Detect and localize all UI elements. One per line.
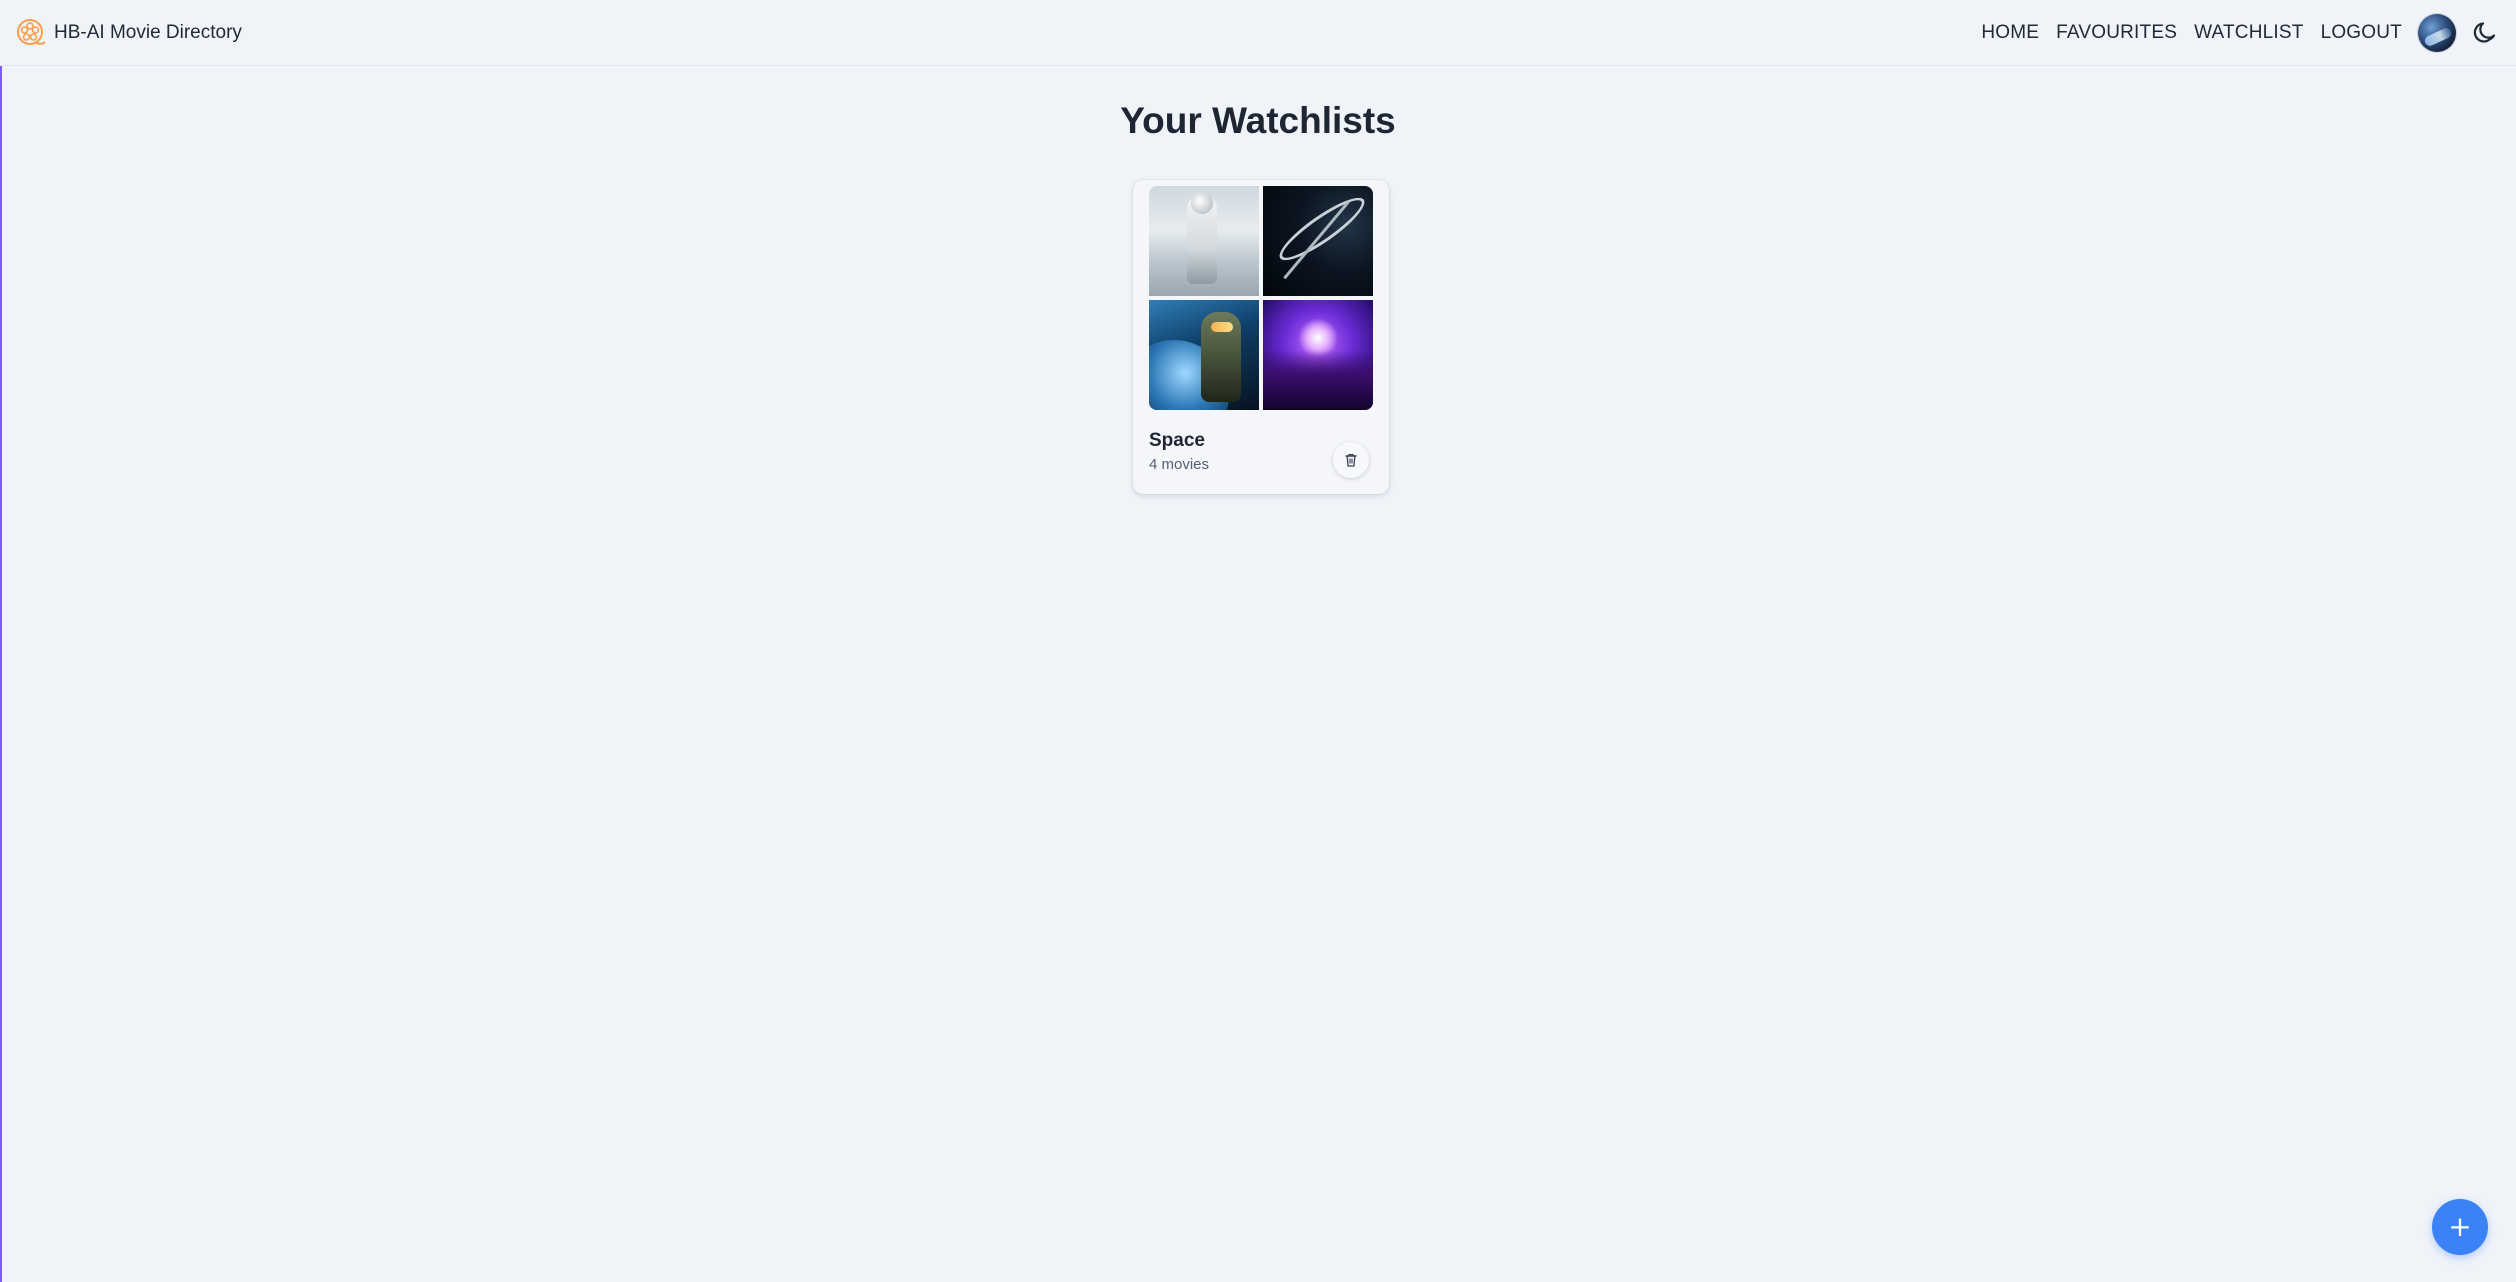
hero-crowd [1263, 350, 1373, 410]
watchlist-movie-count: 4 movies [1149, 456, 1210, 473]
delete-watchlist-button[interactable] [1333, 442, 1369, 478]
superhero-ensemble-poster [1263, 300, 1373, 410]
user-avatar[interactable] [2418, 14, 2456, 52]
astronaut-poster [1149, 186, 1259, 296]
brand[interactable]: HB-AI Movie Directory [16, 17, 242, 49]
moon-icon[interactable] [2472, 20, 2498, 46]
add-watchlist-button[interactable]: + [2432, 1199, 2488, 1255]
astronaut-helmet [1191, 192, 1213, 214]
plus-icon: + [2448, 1210, 2472, 1243]
trash-icon [1345, 453, 1357, 467]
planet-soldier-poster [1149, 300, 1259, 410]
page-title: Your Watchlists [1120, 100, 1396, 141]
top-navbar: HB-AI Movie Directory HOME FAVOURITES WA… [0, 0, 2516, 66]
watchlist-name: Space [1149, 430, 1205, 451]
main-nav: HOME FAVOURITES WATCHLIST LOGOUT [1981, 14, 2498, 52]
window-edge [0, 0, 2, 1282]
soldier-visor [1211, 322, 1233, 332]
poster-grid [1149, 186, 1373, 410]
nav-logout-link[interactable]: LOGOUT [2321, 22, 2402, 44]
nav-watchlist-link[interactable]: WATCHLIST [2194, 22, 2303, 44]
nav-home-link[interactable]: HOME [1981, 22, 2039, 44]
nav-favourites-link[interactable]: FAVOURITES [2056, 22, 2177, 44]
brand-title: HB-AI Movie Directory [54, 22, 242, 43]
space-station-poster [1263, 186, 1373, 296]
film-reel-icon [17, 19, 46, 45]
watchlist-card[interactable]: Space 4 movies [1133, 180, 1389, 494]
